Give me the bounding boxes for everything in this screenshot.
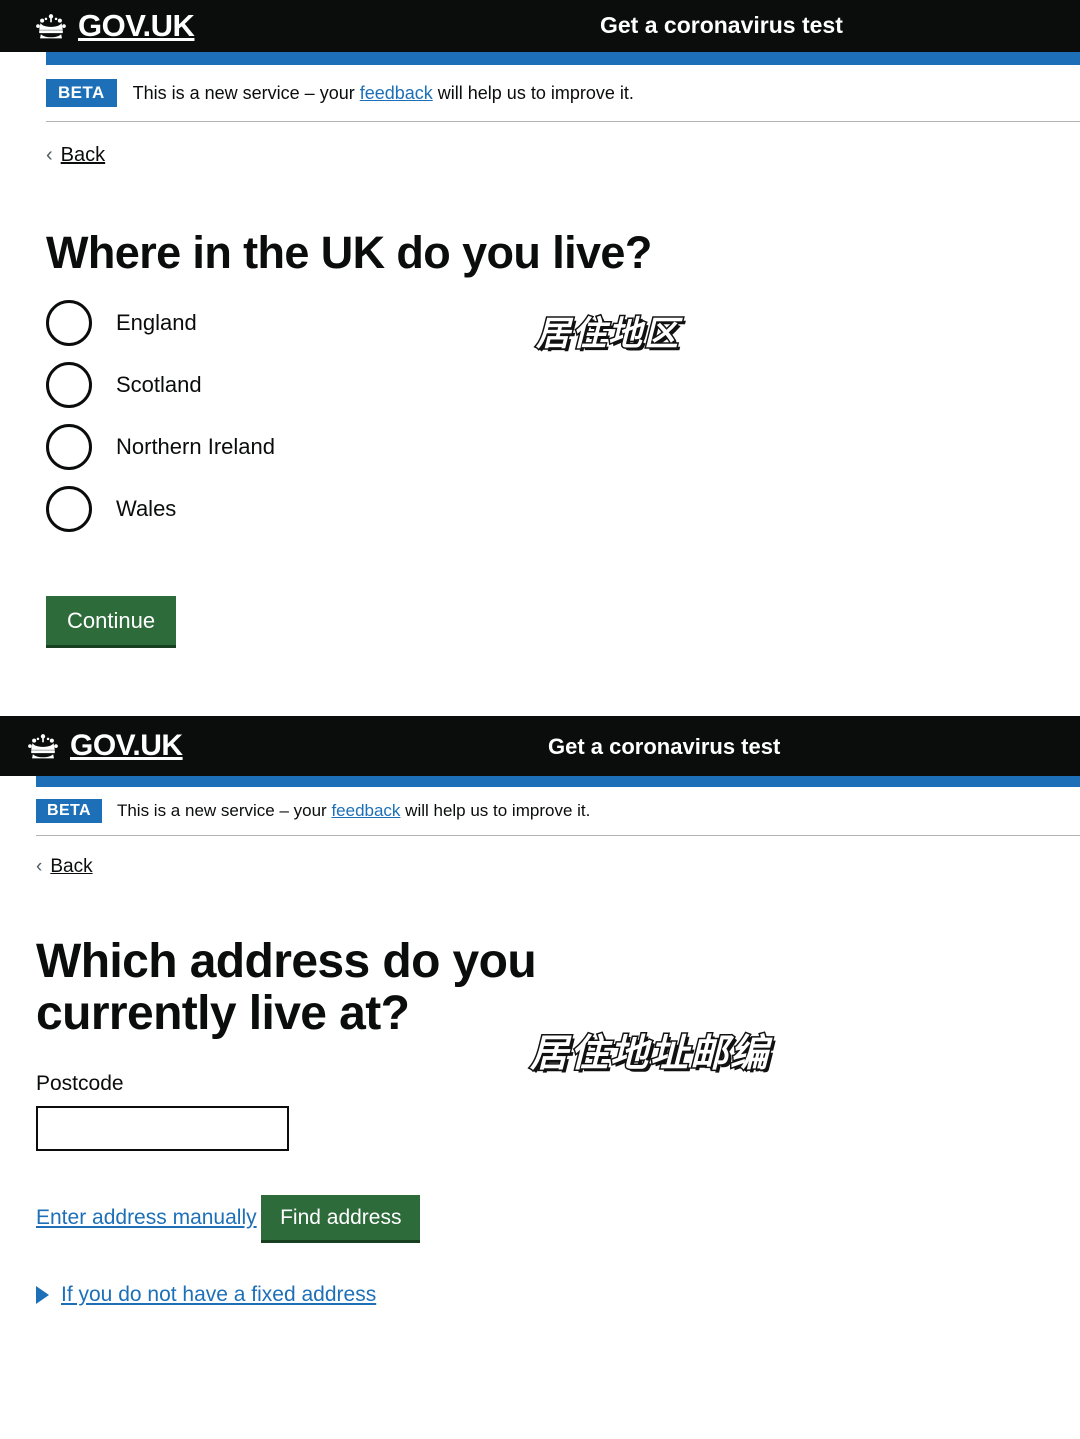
chevron-left-icon: ‹ (46, 144, 53, 166)
beta-tag: BETA (46, 79, 117, 107)
radio-label: Scotland (116, 371, 202, 397)
enter-address-manually-link[interactable]: Enter address manually (36, 1206, 257, 1230)
radio-option-wales[interactable]: Wales (46, 485, 1080, 532)
govuk-logo-text: GOV.UK (70, 729, 183, 762)
find-address-button[interactable]: Find address (261, 1194, 421, 1243)
radio-dot[interactable] (46, 423, 92, 470)
govuk-logo-link[interactable]: GOV.UK (26, 729, 183, 763)
back-link-label: Back (60, 144, 106, 166)
back-link-label: Back (50, 856, 93, 877)
crown-icon (28, 733, 58, 758)
details-summary-label[interactable]: If you do not have a fixed address (61, 1283, 376, 1307)
radio-dot[interactable] (46, 485, 92, 532)
govuk-logo-link[interactable]: GOV.UK (34, 8, 195, 44)
crown-icon (36, 13, 66, 38)
details-no-fixed-address[interactable]: If you do not have a fixed address (36, 1283, 1080, 1307)
continue-button[interactable]: Continue (46, 595, 177, 648)
phase-text-before: This is a new service – your (132, 82, 360, 103)
radio-option-northern-ireland[interactable]: Northern Ireland (46, 423, 1080, 470)
screen-where-in-uk: GOV.UK Get a coronavirus test BETA This … (0, 0, 1080, 716)
back-link[interactable]: ‹ Back (36, 856, 93, 878)
govuk-header: GOV.UK Get a coronavirus test (0, 716, 1080, 776)
radio-option-scotland[interactable]: Scotland (46, 361, 1080, 408)
phase-text-before: This is a new service – your (116, 801, 332, 820)
govuk-logo-text: GOV.UK (78, 8, 195, 43)
feedback-link[interactable]: feedback (360, 83, 433, 103)
screen1-content: ‹ Back Where in the UK do you live? Engl… (0, 122, 1080, 648)
phase-text-after: will help us to improve it. (432, 82, 634, 103)
chevron-left-icon: ‹ (36, 856, 43, 877)
postcode-input[interactable] (36, 1105, 289, 1151)
feedback-link[interactable]: feedback (331, 801, 400, 820)
triangle-right-icon[interactable] (36, 1285, 49, 1304)
radio-label: England (116, 309, 197, 335)
annotation-residential-postcode: 居住地址邮编 (528, 1030, 771, 1077)
service-name: Get a coronavirus test (600, 12, 843, 38)
phase-banner: BETA This is a new service – your feedba… (0, 65, 1080, 121)
header-accent-bar (46, 52, 1080, 65)
phase-banner-text: This is a new service – your feedback wi… (117, 801, 590, 821)
page-title: Which address do you currently live at? (36, 935, 537, 1040)
service-name: Get a coronavirus test (548, 734, 781, 759)
phase-banner: BETA This is a new service – your feedba… (0, 787, 1080, 835)
govuk-header: GOV.UK Get a coronavirus test (0, 0, 1080, 52)
radio-dot[interactable] (46, 299, 92, 346)
page-title: Where in the UK do you live? (46, 227, 652, 278)
screen-which-address: GOV.UK Get a coronavirus test BETA This … (0, 716, 1080, 1439)
radio-label: Northern Ireland (116, 433, 275, 459)
phase-banner-text: This is a new service – your feedback wi… (133, 83, 634, 104)
beta-tag: BETA (36, 799, 102, 823)
phase-text-after: will help us to improve it. (400, 801, 591, 820)
radio-dot[interactable] (46, 361, 92, 408)
header-accent-bar (36, 776, 1080, 787)
back-link[interactable]: ‹ Back (46, 144, 105, 167)
screenshot-page: GOV.UK Get a coronavirus test BETA This … (0, 0, 1080, 1439)
radio-label: Wales (116, 495, 177, 521)
annotation-residential-region: 居住地区 (535, 313, 680, 356)
